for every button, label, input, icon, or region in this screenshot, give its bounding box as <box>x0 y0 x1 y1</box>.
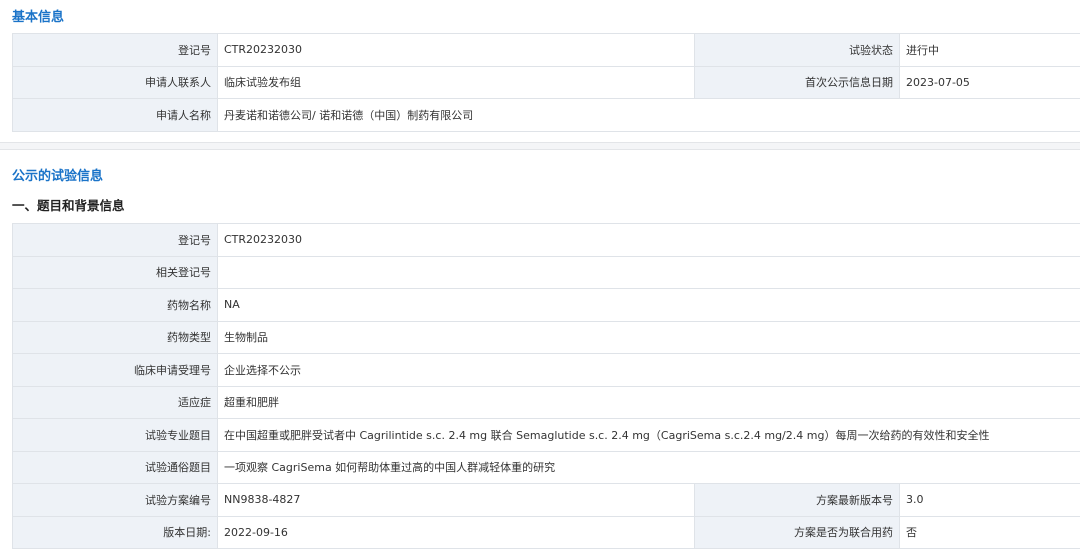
applicant-label: 申请人名称 <box>12 98 218 132</box>
table-row: 申请人名称 丹麦诺和诺德公司/ 诺和诺德（中国）制药有限公司 <box>12 98 1080 132</box>
section-title-public-info: 公示的试验信息 <box>12 169 104 184</box>
table-row: 相关登记号 <box>12 255 1080 289</box>
row-label: 试验通俗题目 <box>12 450 218 484</box>
protocol-value: NN9838-4827 <box>217 483 695 517</box>
table-row: 登记号 CTR20232030 <box>12 223 1080 257</box>
row-value: CTR20232030 <box>217 223 1080 257</box>
section-divider <box>0 142 1080 150</box>
trial-info-table: 登记号 CTR20232030 相关登记号 药物名称 NA 药物类型 生物制品 … <box>12 223 1080 549</box>
row-label: 药物名称 <box>12 288 218 322</box>
table-row: 版本日期: 2022-09-16 方案是否为联合用药 否 <box>12 515 1080 549</box>
table-row: 药物名称 NA <box>12 288 1080 322</box>
table-row: 临床申请受理号 企业选择不公示 <box>12 353 1080 387</box>
status-label: 试验状态 <box>694 33 900 67</box>
first-date-value: 2023-07-05 <box>899 65 1080 99</box>
row-label: 临床申请受理号 <box>12 353 218 387</box>
status-value: 进行中 <box>899 33 1080 67</box>
row-label: 药物类型 <box>12 320 218 354</box>
row-value: 一项观察 CagriSema 如何帮助体重过高的中国人群减轻体重的研究 <box>217 450 1080 484</box>
row-value: NA <box>217 288 1080 322</box>
contact-value: 临床试验发布组 <box>217 65 695 99</box>
combo-label: 方案是否为联合用药 <box>694 515 900 549</box>
row-value: 生物制品 <box>217 320 1080 354</box>
subsection-title-background: 一、题目和背景信息 <box>12 198 125 213</box>
first-date-label: 首次公示信息日期 <box>694 65 900 99</box>
row-value: 企业选择不公示 <box>217 353 1080 387</box>
version-date-label: 版本日期: <box>12 515 218 549</box>
version-value: 3.0 <box>899 483 1080 517</box>
reg-no-label: 登记号 <box>12 33 218 67</box>
table-row: 登记号 CTR20232030 试验状态 进行中 <box>12 33 1080 67</box>
row-label: 试验专业题目 <box>12 418 218 452</box>
contact-label: 申请人联系人 <box>12 65 218 99</box>
table-row: 试验方案编号 NN9838-4827 方案最新版本号 3.0 <box>12 483 1080 517</box>
combo-value: 否 <box>899 515 1080 549</box>
row-value: 超重和肥胖 <box>217 385 1080 419</box>
row-label: 适应症 <box>12 385 218 419</box>
table-row: 试验专业题目 在中国超重或肥胖受试者中 Cagrilintide s.c. 2.… <box>12 418 1080 452</box>
section-title-basic-info: 基本信息 <box>12 10 65 25</box>
applicant-value: 丹麦诺和诺德公司/ 诺和诺德（中国）制药有限公司 <box>217 98 1080 132</box>
protocol-label: 试验方案编号 <box>12 483 218 517</box>
row-value <box>217 255 1080 289</box>
row-label: 登记号 <box>12 223 218 257</box>
table-row: 适应症 超重和肥胖 <box>12 385 1080 419</box>
table-row: 试验通俗题目 一项观察 CagriSema 如何帮助体重过高的中国人群减轻体重的… <box>12 450 1080 484</box>
reg-no-value: CTR20232030 <box>217 33 695 67</box>
version-date-value: 2022-09-16 <box>217 515 695 549</box>
row-value: 在中国超重或肥胖受试者中 Cagrilintide s.c. 2.4 mg 联合… <box>217 418 1080 452</box>
table-row: 药物类型 生物制品 <box>12 320 1080 354</box>
row-label: 相关登记号 <box>12 255 218 289</box>
basic-info-table: 登记号 CTR20232030 试验状态 进行中 申请人联系人 临床试验发布组 … <box>12 33 1080 132</box>
table-row: 申请人联系人 临床试验发布组 首次公示信息日期 2023-07-05 <box>12 65 1080 99</box>
version-label: 方案最新版本号 <box>694 483 900 517</box>
